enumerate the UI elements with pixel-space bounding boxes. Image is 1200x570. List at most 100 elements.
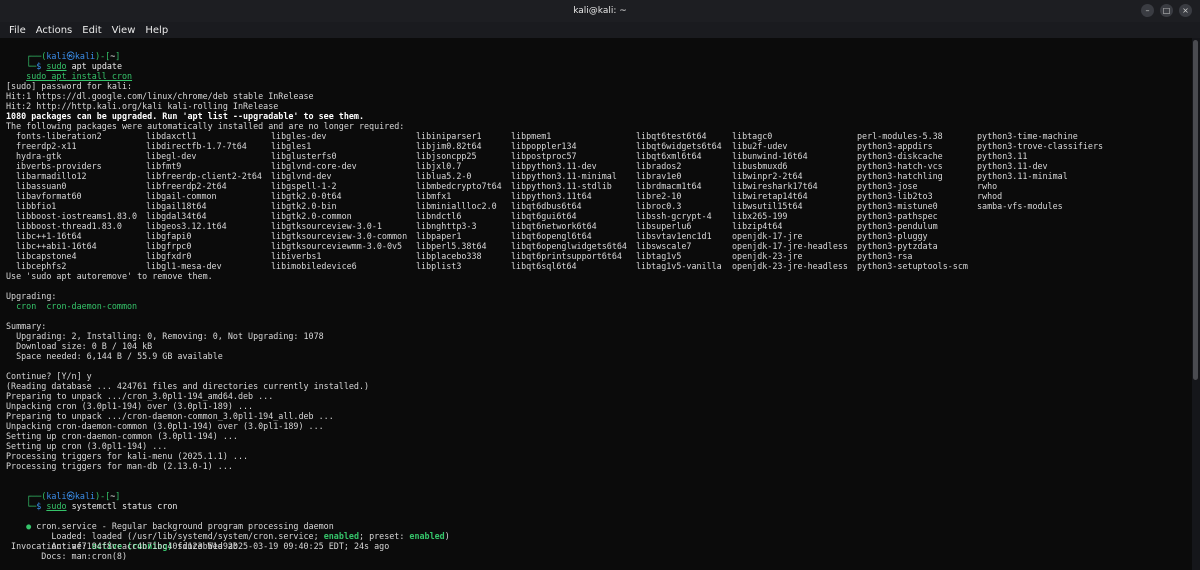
package-name: libperl5.38t64 bbox=[416, 241, 487, 251]
package-name: libqt6openglwidgets6t64 bbox=[511, 241, 627, 251]
package-name: libcapstone4 bbox=[16, 251, 77, 261]
package-name: libglvnd-core-dev bbox=[271, 161, 357, 171]
close-icon[interactable]: × bbox=[1179, 4, 1192, 17]
package-name: libqt6xml6t64 bbox=[636, 151, 702, 161]
package-name: libgles-dev bbox=[271, 131, 327, 141]
output-line: Summary: bbox=[6, 321, 47, 331]
output-line: Unpacking cron (3.0pl1-194) over (3.0pl1… bbox=[6, 401, 254, 411]
package-name: libglusterfs0 bbox=[271, 151, 337, 161]
package-name: libplacebo338 bbox=[416, 251, 482, 261]
output-line: Processing triggers for man-db (2.13.0-1… bbox=[6, 461, 233, 471]
package-name: liblua5.2-0 bbox=[416, 171, 472, 181]
package-name: python3-diskcache bbox=[857, 151, 943, 161]
package-name: libgfxdr0 bbox=[146, 251, 192, 261]
package-name: libndctl6 bbox=[416, 211, 462, 221]
package-name: fonts-liberation2 bbox=[16, 131, 102, 141]
output-line: 1080 packages can be upgraded. Run 'apt … bbox=[6, 111, 364, 121]
output-line: The following packages were automaticall… bbox=[6, 121, 405, 131]
package-name: libmfx1 bbox=[416, 191, 452, 201]
command-line: └─$ sudo systemctl status cron bbox=[26, 501, 178, 511]
package-name: libwinpr2-2t64 bbox=[732, 171, 803, 181]
package-name: python3-lib2to3 bbox=[857, 191, 933, 201]
package-name: librdmacm1t64 bbox=[636, 181, 702, 191]
service-active: Active: active (running) since Wed 2025-… bbox=[26, 541, 390, 551]
package-name: libdaxctl1 bbox=[146, 131, 197, 141]
service-loaded: Loaded: loaded (/usr/lib/systemd/system/… bbox=[26, 531, 450, 541]
service-invocation: Invocation: af7194f8ccacc4b71bc40fd123b5… bbox=[6, 541, 238, 551]
package-name: libegl-dev bbox=[146, 151, 197, 161]
package-name: python3-pathspec bbox=[857, 211, 938, 221]
package-name: libassuan0 bbox=[16, 181, 67, 191]
package-name: python3-hatch-vcs bbox=[857, 161, 943, 171]
maximize-icon[interactable]: □ bbox=[1160, 4, 1173, 17]
terminal-output[interactable]: ┌──(kali㉿kali)-[~] └─$ sudo apt update s… bbox=[0, 38, 1192, 570]
package-name: libpoppler134 bbox=[511, 141, 577, 151]
menu-edit[interactable]: Edit bbox=[77, 25, 106, 36]
package-name: libgail18t64 bbox=[146, 201, 207, 211]
package-name: libboost-thread1.83.0 bbox=[16, 221, 122, 231]
package-name: samba-vfs-modules bbox=[977, 201, 1063, 211]
package-name: libdirectfb-1.7-7t64 bbox=[146, 141, 247, 151]
package-name: openjdk-17-jre bbox=[732, 231, 803, 241]
package-name: python3-appdirs bbox=[857, 141, 933, 151]
package-name: python3.11-minimal bbox=[977, 171, 1068, 181]
menu-help[interactable]: Help bbox=[140, 25, 173, 36]
window-controls: – □ × bbox=[1141, 4, 1192, 17]
package-name: libqt6sql6t64 bbox=[511, 261, 577, 271]
package-name: python3-setuptools-scm bbox=[857, 261, 968, 271]
package-name: libjxl0.7 bbox=[416, 161, 462, 171]
package-name: libbfio1 bbox=[16, 201, 57, 211]
package-name: python3-pluggy bbox=[857, 231, 928, 241]
package-name: libgtk2.0-0t64 bbox=[271, 191, 342, 201]
package-name: openjdk-23-jre bbox=[732, 251, 803, 261]
output-line: Hit:2 http://http.kali.org/kali kali-rol… bbox=[6, 101, 279, 111]
package-name: libjim0.82t64 bbox=[416, 141, 482, 151]
package-name: libavformat60 bbox=[16, 191, 82, 201]
package-name: python3-pytzdata bbox=[857, 241, 938, 251]
output-line: Space needed: 6,144 B / 55.9 GB availabl… bbox=[6, 351, 223, 361]
package-name: libc++1-16t64 bbox=[16, 231, 82, 241]
package-name: libgl1-mesa-dev bbox=[146, 261, 222, 271]
package-name: libwiretap14t64 bbox=[732, 191, 808, 201]
package-name: libtag1v5-vanilla bbox=[636, 261, 722, 271]
menu-actions[interactable]: Actions bbox=[31, 25, 78, 36]
package-name: libglvnd-dev bbox=[271, 171, 332, 181]
package-name: libqt6opengl6t64 bbox=[511, 231, 592, 241]
package-name: libarmadillo12 bbox=[16, 171, 87, 181]
output-line: Use 'sudo apt autoremove' to remove them… bbox=[6, 271, 213, 281]
package-name: libtagc0 bbox=[732, 131, 773, 141]
package-name: libiverbs1 bbox=[271, 251, 322, 261]
scrollbar-thumb[interactable] bbox=[1193, 40, 1198, 380]
package-name: python3-time-machine bbox=[977, 131, 1078, 141]
package-name: libmbedcrypto7t64 bbox=[416, 181, 502, 191]
package-name: libgspell-1-2 bbox=[271, 181, 337, 191]
output-line: Upgrading: bbox=[6, 291, 57, 301]
package-name: libqt6gui6t64 bbox=[511, 211, 577, 221]
package-name: libminiallloc2.0 bbox=[416, 201, 497, 211]
scrollbar[interactable] bbox=[1192, 38, 1200, 570]
package-name: libiniparser1 bbox=[416, 131, 482, 141]
output-line: Setting up cron-daemon-common (3.0pl1-19… bbox=[6, 431, 238, 441]
output-line: Upgrading: 2, Installing: 0, Removing: 0… bbox=[6, 331, 324, 341]
output-line: cron cron-daemon-common bbox=[6, 301, 138, 311]
package-name: libqt6printsupport6t64 bbox=[511, 251, 622, 261]
package-name: libboost-iostreams1.83.0 bbox=[16, 211, 138, 221]
minimize-icon[interactable]: – bbox=[1141, 4, 1154, 17]
package-name: libgfrpc0 bbox=[146, 241, 192, 251]
package-name: libx265-199 bbox=[732, 211, 788, 221]
package-name: libgdal34t64 bbox=[146, 211, 207, 221]
package-name: libpostproc57 bbox=[511, 151, 577, 161]
package-name: libfreerdp2-2t64 bbox=[146, 181, 227, 191]
package-name: python3-mistune0 bbox=[857, 201, 938, 211]
package-name: libpaper1 bbox=[416, 231, 462, 241]
package-name: libpython3.11-minimal bbox=[511, 171, 617, 181]
menu-view[interactable]: View bbox=[107, 25, 141, 36]
command-line: sudo apt install cron bbox=[26, 71, 133, 81]
window-title: kali@kali: ~ bbox=[573, 6, 627, 16]
package-name: rwhod bbox=[977, 191, 1003, 201]
package-name: libc++abi1-16t64 bbox=[16, 241, 97, 251]
package-name: libu2f-udev bbox=[732, 141, 788, 151]
menu-file[interactable]: File bbox=[0, 25, 31, 36]
package-name: perl-modules-5.38 bbox=[857, 131, 943, 141]
package-name: libswscale7 bbox=[636, 241, 692, 251]
